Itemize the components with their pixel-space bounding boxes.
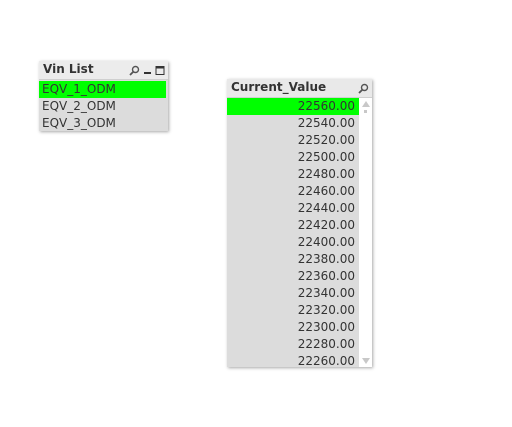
current-value-item[interactable]: 22400.00 [227,234,359,251]
current-value-item[interactable]: 22520.00 [227,132,359,149]
search-icon[interactable] [358,83,369,94]
scroll-up-arrow-icon[interactable] [362,101,370,107]
current-value-item[interactable]: 22340.00 [227,285,359,302]
vin-list-item[interactable]: EQV_2_ODM [39,98,166,115]
current-value-item[interactable]: 22540.00 [227,115,359,132]
current-value-item[interactable]: 22380.00 [227,251,359,268]
vin-list-listbox: Vin List EQV_1_ODM EQV_2_ODM EQV_3_ODM [39,61,168,131]
vin-list-header-icons [129,63,165,77]
current-value-header-icons [358,81,369,95]
vertical-scrollbar[interactable] [359,98,372,367]
vin-list-header[interactable]: Vin List [39,61,168,80]
current-value-item[interactable]: 22440.00 [227,200,359,217]
scroll-thumb[interactable] [364,110,367,113]
current-value-item-selected[interactable]: 22560.00 [227,98,359,115]
maximize-icon[interactable] [155,65,165,76]
minimize-icon[interactable] [143,65,152,76]
current-value-title: Current_Value [231,80,327,94]
current-value-item[interactable]: 22500.00 [227,149,359,166]
vin-list-items: EQV_1_ODM EQV_2_ODM EQV_3_ODM [39,80,168,132]
current-value-item[interactable]: 22460.00 [227,183,359,200]
current-value-item[interactable]: 22480.00 [227,166,359,183]
current-value-item[interactable]: 22280.00 [227,336,359,353]
current-value-item[interactable]: 22420.00 [227,217,359,234]
current-value-item[interactable]: 22260.00 [227,353,359,367]
current-value-items: 22560.00 22540.00 22520.00 22500.00 22480.00… [227,98,359,367]
current-value-item[interactable]: 22300.00 [227,319,359,336]
scroll-down-arrow-icon[interactable] [362,358,370,364]
current-value-header[interactable]: Current_Value [227,79,372,98]
current-value-item[interactable]: 22360.00 [227,268,359,285]
search-icon[interactable] [129,65,140,76]
vin-list-item-selected[interactable]: EQV_1_ODM [39,81,166,98]
vin-list-item[interactable]: EQV_3_ODM [39,115,166,132]
current-value-item[interactable]: 22320.00 [227,302,359,319]
current-value-listbox: Current_Value 22560.00 22540.00 22520.00 22… [227,79,372,367]
vin-list-title: Vin List [43,62,94,76]
